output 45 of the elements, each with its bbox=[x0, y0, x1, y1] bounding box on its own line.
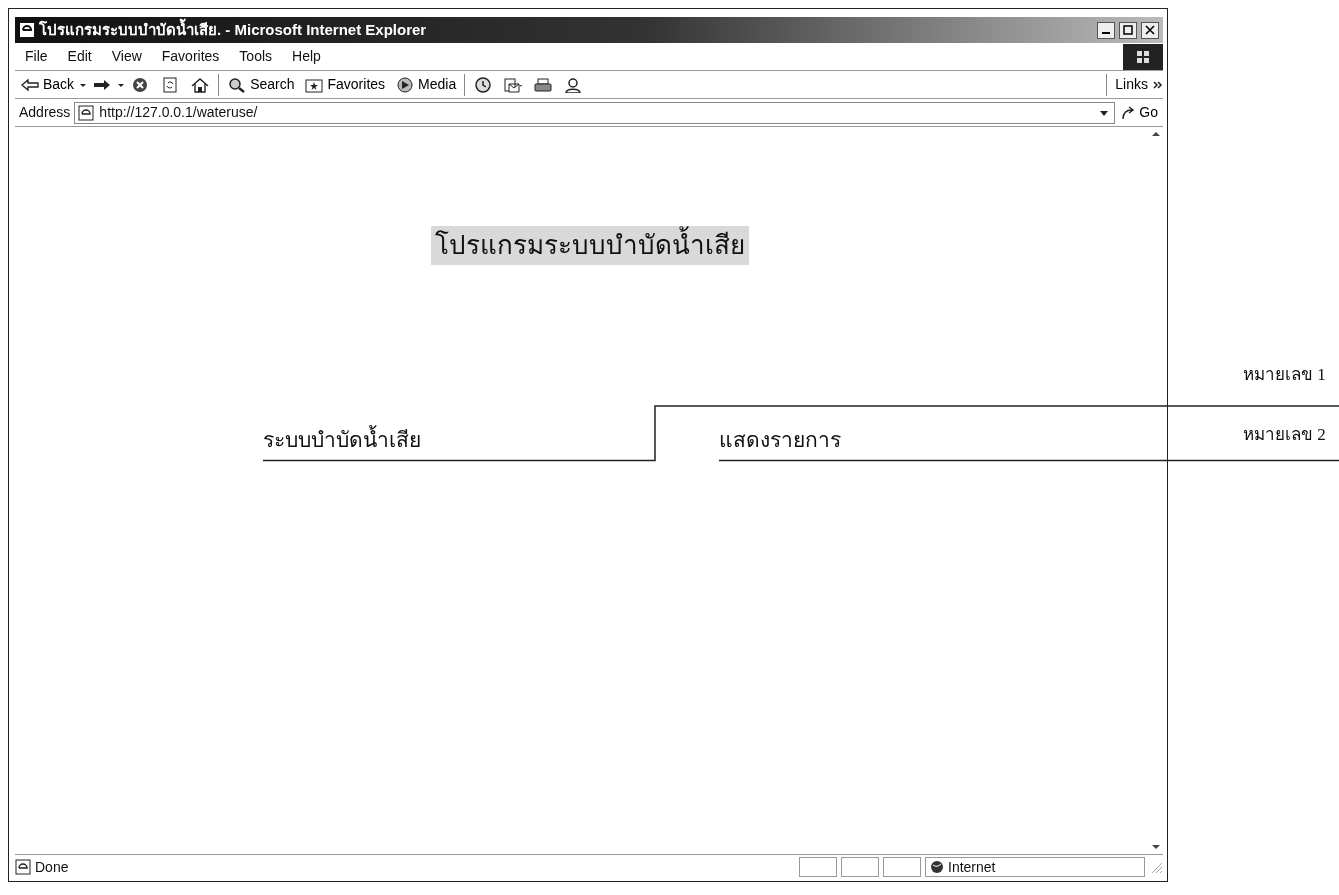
maximize-button[interactable] bbox=[1119, 21, 1137, 39]
links-button[interactable]: Links bbox=[1110, 74, 1153, 95]
go-button[interactable]: Go bbox=[1115, 102, 1163, 123]
back-arrow-icon bbox=[20, 76, 40, 93]
close-button[interactable] bbox=[1141, 21, 1159, 39]
menu-item[interactable]: Favorites bbox=[151, 46, 230, 67]
minimize-icon bbox=[1102, 32, 1110, 34]
media-button[interactable]: Media bbox=[390, 74, 462, 95]
chevron-icon[interactable] bbox=[1153, 79, 1163, 90]
address-field[interactable]: http://127.0.0.1/wateruse/ bbox=[74, 101, 1116, 124]
page-link[interactable]: ระบบบำบัดน้ำเสีย bbox=[263, 425, 421, 457]
maximize-icon bbox=[1123, 25, 1133, 35]
status-panel bbox=[799, 857, 837, 877]
page-icon bbox=[78, 104, 95, 121]
page-heading: โปรแกรมระบบบำบัดน้ำเสีย bbox=[431, 226, 749, 265]
menu-item[interactable]: Edit bbox=[57, 46, 102, 67]
minimize-button[interactable] bbox=[1097, 21, 1115, 39]
favorites-button[interactable]: Favorites bbox=[299, 74, 391, 95]
printer-icon bbox=[533, 76, 554, 93]
history-icon bbox=[473, 76, 494, 93]
mail-icon bbox=[503, 76, 524, 93]
resize-grip-icon[interactable] bbox=[1149, 860, 1163, 874]
media-icon bbox=[395, 76, 416, 93]
callout-label: หมายเลข 1 bbox=[1243, 364, 1326, 386]
browser-icon bbox=[19, 22, 35, 38]
person-icon bbox=[563, 76, 584, 93]
window-title: โปรแกรมระบบบำบัดน้ำเสีย. - Microsoft Internet Explorer bbox=[39, 18, 427, 40]
page-icon bbox=[15, 859, 31, 875]
callout-label: หมายเลข 2 bbox=[1243, 424, 1326, 446]
windows-logo-icon bbox=[1123, 43, 1163, 70]
back-button[interactable]: Back bbox=[15, 74, 80, 95]
status-panel bbox=[883, 857, 921, 877]
globe-icon bbox=[930, 860, 944, 874]
home-icon bbox=[190, 76, 211, 93]
menu-item[interactable]: Help bbox=[282, 46, 331, 67]
zone-text: Internet bbox=[948, 857, 996, 877]
search-button[interactable]: Search bbox=[222, 74, 300, 95]
page-link[interactable]: แสดงรายการ bbox=[719, 425, 841, 457]
menu-item[interactable]: View bbox=[101, 46, 152, 67]
status-text: Done bbox=[35, 857, 69, 877]
address-label: Address bbox=[18, 103, 72, 122]
status-panel bbox=[841, 857, 879, 877]
close-icon bbox=[1145, 25, 1155, 35]
menu-item[interactable]: Tools bbox=[229, 46, 283, 67]
menu-item[interactable]: File bbox=[15, 46, 58, 67]
